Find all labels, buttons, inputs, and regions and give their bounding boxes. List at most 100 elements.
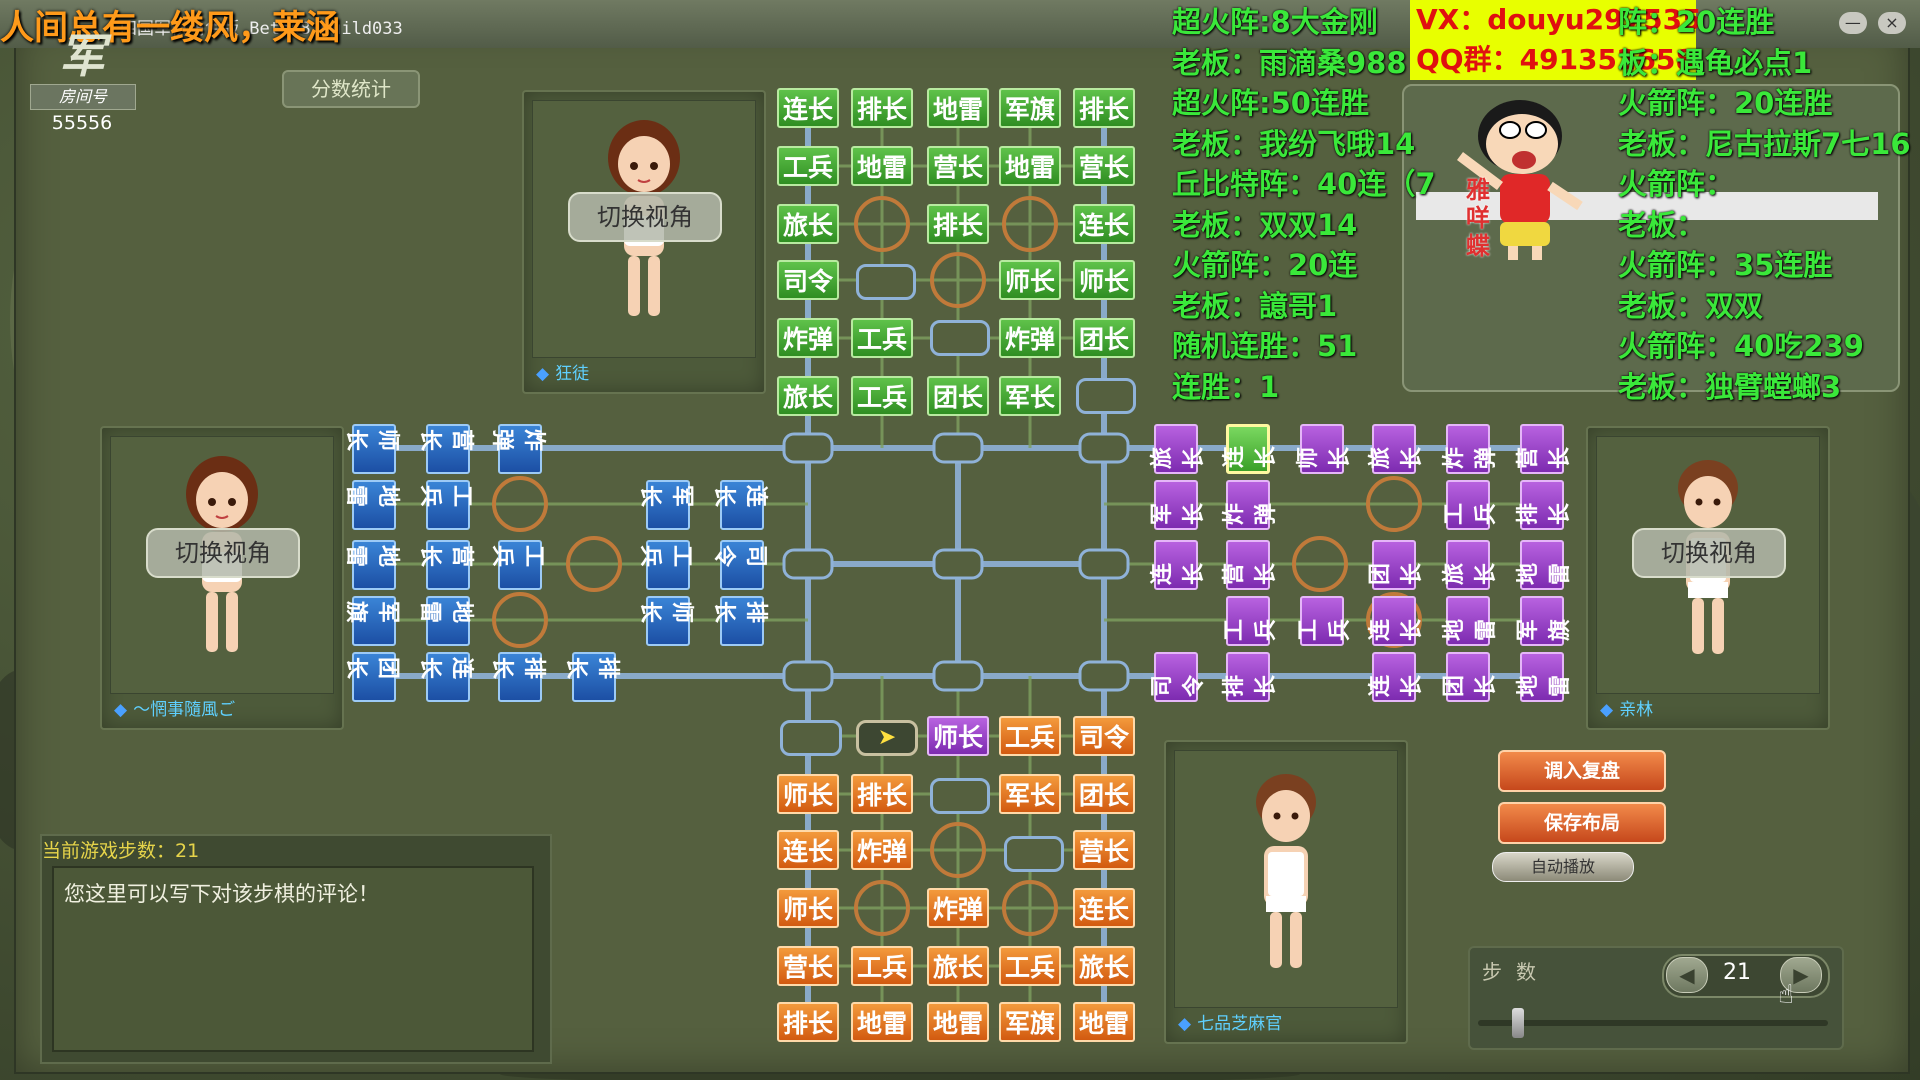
board-piece[interactable]: 营长 (1073, 146, 1135, 186)
board-piece[interactable]: 连长 (1073, 204, 1135, 244)
step-slider-thumb[interactable] (1512, 1008, 1524, 1038)
board-piece[interactable]: 连长 (1073, 888, 1135, 928)
board-piece[interactable]: 排长 (851, 88, 913, 128)
board-piece[interactable]: 工兵 (851, 318, 913, 358)
board-piece[interactable]: 工兵 (417, 480, 474, 530)
board-piece[interactable]: 旅长 (777, 204, 839, 244)
board-piece[interactable]: 排长 (1516, 480, 1573, 530)
board-piece[interactable]: 连长 (417, 652, 474, 702)
board-piece[interactable]: 军长 (999, 774, 1061, 814)
board-piece[interactable]: 炸弹 (927, 888, 989, 928)
board-piece[interactable]: 排长 (1073, 88, 1135, 128)
board-piece[interactable]: 军旗 (1516, 596, 1573, 646)
board-piece[interactable]: 工兵 (489, 540, 546, 590)
board-piece[interactable]: 排长 (563, 652, 620, 702)
board-piece[interactable]: 炸弹 (1442, 424, 1499, 474)
board-piece[interactable]: 团长 (1073, 318, 1135, 358)
board-piece[interactable]: 地雷 (927, 88, 989, 128)
board-piece[interactable]: 地雷 (1516, 652, 1573, 702)
prev-step-button[interactable]: ◀ (1666, 957, 1708, 993)
board-piece[interactable]: 工兵 (999, 946, 1061, 986)
board-piece[interactable]: 军旗 (999, 1002, 1061, 1042)
board-piece[interactable]: 师长 (999, 260, 1061, 300)
board-piece[interactable]: 炸弹 (999, 318, 1061, 358)
board-piece[interactable]: 连长 (1222, 424, 1279, 474)
board-piece[interactable]: 营长 (1516, 424, 1573, 474)
board-piece[interactable]: 排长 (489, 652, 546, 702)
board-piece[interactable]: 工兵 (999, 716, 1061, 756)
board-piece[interactable]: 师长 (343, 424, 400, 474)
board-piece[interactable]: 地雷 (851, 1002, 913, 1042)
board-piece[interactable]: 团长 (1442, 652, 1499, 702)
board-piece[interactable]: 军旗 (343, 596, 400, 646)
board-piece[interactable]: 连长 (1150, 540, 1207, 590)
board-piece[interactable]: 地雷 (417, 596, 474, 646)
board-piece[interactable]: 工兵 (637, 540, 694, 590)
board-piece[interactable]: 地雷 (1073, 1002, 1135, 1042)
overlay-line: 老板：雨滴桑988 (1172, 45, 1407, 80)
board-piece[interactable]: 排长 (711, 596, 768, 646)
board-piece[interactable]: 师长 (1073, 260, 1135, 300)
board-piece[interactable]: 团长 (1073, 774, 1135, 814)
board-piece[interactable]: 炸弹 (777, 318, 839, 358)
board-piece[interactable]: 旅长 (1150, 424, 1207, 474)
board-piece[interactable]: 旅长 (1368, 424, 1425, 474)
board-piece[interactable]: 司令 (711, 540, 768, 590)
board-piece[interactable]: 营长 (927, 146, 989, 186)
board-piece[interactable]: 工兵 (1296, 596, 1353, 646)
load-replay-button[interactable]: 调入复盘 (1498, 750, 1666, 792)
board-piece[interactable]: 司令 (777, 260, 839, 300)
board-piece[interactable]: 军旗 (999, 88, 1061, 128)
board-piece[interactable]: 军长 (999, 376, 1061, 416)
board-piece[interactable]: 地雷 (343, 540, 400, 590)
board-piece[interactable]: 连长 (777, 830, 839, 870)
board-piece[interactable]: 营长 (1073, 830, 1135, 870)
board-piece[interactable]: 连长 (711, 480, 768, 530)
comment-textarea[interactable]: 您这里可以写下对该步棋的评论！ (52, 866, 534, 1052)
save-layout-button[interactable]: 保存布局 (1498, 802, 1666, 844)
board-piece[interactable]: 营长 (1222, 540, 1279, 590)
board-piece[interactable]: 军长 (1150, 480, 1207, 530)
board-piece[interactable]: 炸弹 (1222, 480, 1279, 530)
board-piece[interactable]: 团长 (343, 652, 400, 702)
board-piece[interactable]: 排长 (777, 1002, 839, 1042)
board-piece[interactable]: 旅长 (927, 946, 989, 986)
board-piece[interactable]: 军长 (637, 480, 694, 530)
step-slider-track[interactable] (1478, 1020, 1828, 1026)
board-piece[interactable]: 排长 (851, 774, 913, 814)
board-piece[interactable]: 团长 (1368, 540, 1425, 590)
board-piece[interactable]: 工兵 (777, 146, 839, 186)
board-piece[interactable]: 地雷 (1442, 596, 1499, 646)
board-piece[interactable]: 连长 (1368, 596, 1425, 646)
board-piece[interactable]: 师长 (777, 888, 839, 928)
board-piece[interactable]: 地雷 (999, 146, 1061, 186)
board-piece[interactable]: 旅长 (1073, 946, 1135, 986)
board-piece[interactable]: 团长 (927, 376, 989, 416)
board-piece[interactable]: 地雷 (851, 146, 913, 186)
board-piece[interactable]: 营长 (777, 946, 839, 986)
board-piece[interactable]: 司令 (1073, 716, 1135, 756)
board-piece[interactable]: 营长 (417, 540, 474, 590)
board-piece[interactable]: 工兵 (1442, 480, 1499, 530)
board-piece[interactable]: 炸弹 (851, 830, 913, 870)
board-piece[interactable]: 排长 (1222, 652, 1279, 702)
board-piece[interactable]: 地雷 (1516, 540, 1573, 590)
board-piece[interactable]: 工兵 (1222, 596, 1279, 646)
board-piece[interactable]: 工兵 (851, 946, 913, 986)
board-piece[interactable]: 师长 (637, 596, 694, 646)
board-piece[interactable]: 连长 (777, 88, 839, 128)
board-piece[interactable]: 地雷 (343, 480, 400, 530)
board-piece[interactable]: 师长 (927, 716, 989, 756)
auto-play-button[interactable]: 自动播放 (1492, 852, 1634, 882)
board-piece[interactable]: 炸弹 (489, 424, 546, 474)
board-piece[interactable]: 排长 (927, 204, 989, 244)
board-piece[interactable]: 旅长 (777, 376, 839, 416)
board-piece[interactable]: 师长 (777, 774, 839, 814)
board-piece[interactable]: 营长 (417, 424, 474, 474)
board-piece[interactable]: 师长 (1296, 424, 1353, 474)
board-piece[interactable]: 工兵 (851, 376, 913, 416)
board-piece[interactable]: 旅长 (1442, 540, 1499, 590)
board-piece[interactable]: 地雷 (927, 1002, 989, 1042)
board-piece[interactable]: 连长 (1368, 652, 1425, 702)
board-piece[interactable]: 司令 (1150, 652, 1207, 702)
